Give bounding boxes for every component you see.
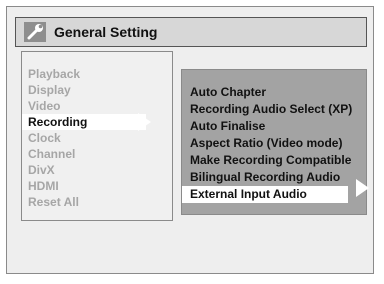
- main-menu-item-clock[interactable]: Clock: [22, 130, 172, 146]
- main-menu-item-display[interactable]: Display: [22, 82, 172, 98]
- sub-menu-item-bilingual-recording-audio[interactable]: Bilingual Recording Audio: [182, 169, 366, 186]
- sub-menu: Auto Chapter Recording Audio Select (XP)…: [181, 69, 367, 215]
- sub-menu-item-recording-audio-select[interactable]: Recording Audio Select (XP): [182, 101, 366, 118]
- main-menu-item-channel[interactable]: Channel: [22, 146, 172, 162]
- main-menu-item-divx[interactable]: DivX: [22, 162, 172, 178]
- main-menu-item-hdmi[interactable]: HDMI: [22, 178, 172, 194]
- main-menu-item-playback[interactable]: Playback: [22, 66, 172, 82]
- main-menu-item-recording[interactable]: Recording: [22, 114, 146, 130]
- chevron-right-icon: [356, 179, 369, 197]
- main-menu-item-reset-all[interactable]: Reset All: [22, 194, 172, 210]
- main-menu-item-video[interactable]: Video: [22, 98, 172, 114]
- sub-menu-item-auto-finalise[interactable]: Auto Finalise: [182, 118, 366, 135]
- chevron-right-icon: [138, 113, 151, 131]
- sub-menu-item-external-input-audio[interactable]: External Input Audio: [182, 186, 348, 203]
- title-bar: General Setting: [15, 17, 367, 47]
- osd-screen: General Setting Playback Display Video R…: [6, 6, 374, 274]
- sub-menu-item-aspect-ratio[interactable]: Aspect Ratio (Video mode): [182, 135, 366, 152]
- page-title: General Setting: [54, 24, 158, 40]
- sub-menu-item-auto-chapter[interactable]: Auto Chapter: [182, 84, 366, 101]
- sub-menu-item-make-recording-compatible[interactable]: Make Recording Compatible: [182, 152, 366, 169]
- wrench-icon: [24, 22, 46, 42]
- main-menu: Playback Display Video Recording Clock C…: [21, 51, 173, 221]
